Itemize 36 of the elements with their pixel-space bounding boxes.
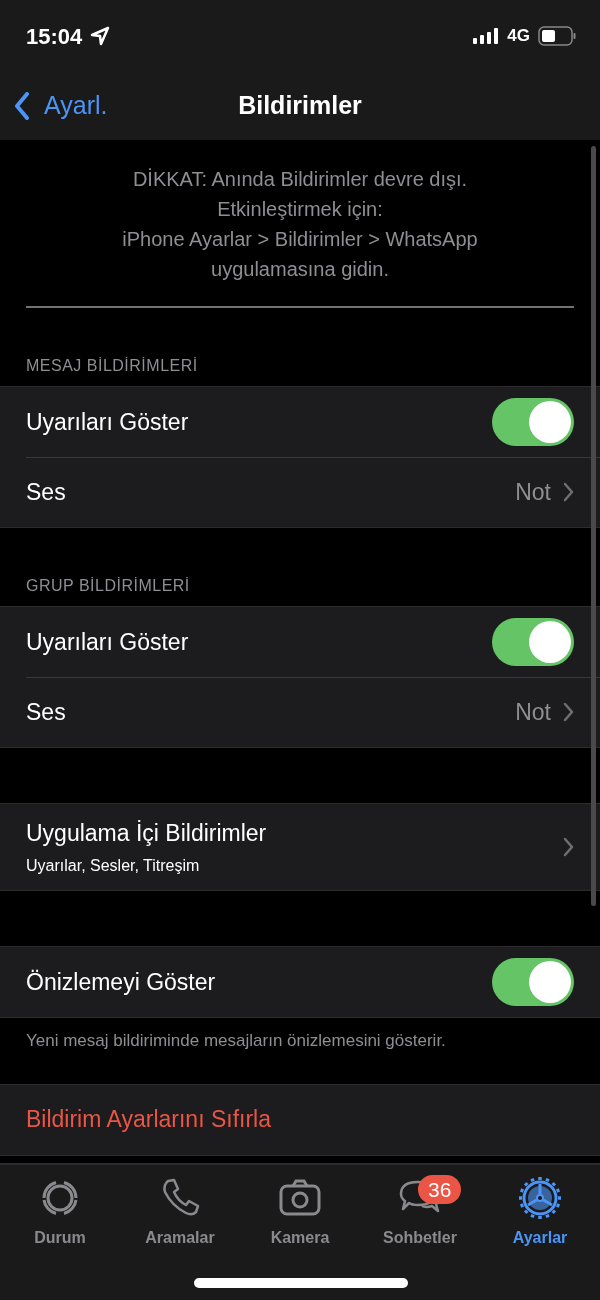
row-label: Ses — [26, 477, 66, 507]
reset-link[interactable]: Bildirim Ayarlarını Sıfırla — [26, 1102, 271, 1137]
row-label: Uygulama İçi Bildirimler — [26, 818, 267, 848]
chevron-right-icon — [563, 837, 574, 857]
tab-item[interactable]: Kamera — [240, 1175, 360, 1261]
unread-count: 36 — [418, 1175, 462, 1204]
row-value: Not — [515, 697, 551, 727]
row-label: Uyarıları Göster — [26, 407, 189, 437]
row-label: Önizlemeyi Göster — [26, 967, 216, 997]
back-button[interactable]: Ayarl. — [0, 86, 114, 126]
tab-item[interactable]: Sohbetler 36 — [360, 1175, 480, 1261]
battery-icon — [538, 26, 576, 46]
gear-icon — [518, 1176, 562, 1220]
screen-title: Bildirimler — [238, 91, 362, 120]
row-label: Ses — [26, 697, 66, 727]
tab-item[interactable]: Aramalar — [120, 1175, 240, 1261]
toggle-switch[interactable] — [492, 618, 574, 666]
chevron-right-icon — [563, 702, 574, 722]
tab-item[interactable]: Durum — [0, 1175, 120, 1261]
row-label: Uyarıları Göster — [26, 627, 189, 657]
clock-time: 15:04 — [26, 22, 83, 51]
chevron-left-icon — [14, 92, 30, 120]
toggle-switch[interactable] — [492, 958, 574, 1006]
signal-icon — [473, 28, 500, 44]
toggle-switch[interactable] — [492, 398, 574, 446]
section-footer: Yeni mesaj bildiriminde mesajların önizlemesini gösterir. — [0, 1018, 600, 1054]
section-header: MESAJ BİLDİRİMLERİ — [25, 356, 199, 376]
chevron-right-icon — [563, 482, 574, 502]
settings-row[interactable]: Uygulama İçi Bildirimler Uyarılar, Sesler, Titreşim — [0, 804, 600, 890]
notice-text: DİKKAT: Anında Bildirimler devre dışı. Etkinleştirmek için: iPhone Ayarlar > Bildirimler > WhatsApp uygulamasına gidin. — [121, 167, 479, 282]
row-subtitle: Uyarılar, Sesler, Titreşim — [26, 856, 201, 877]
row-value: Not — [515, 477, 551, 507]
tab-item[interactable]: Ayarlar — [480, 1175, 600, 1261]
location-arrow-icon — [90, 26, 111, 46]
section-header: GRUP BİLDİRİMLERİ — [25, 576, 191, 596]
network-type: 4G — [507, 25, 530, 48]
